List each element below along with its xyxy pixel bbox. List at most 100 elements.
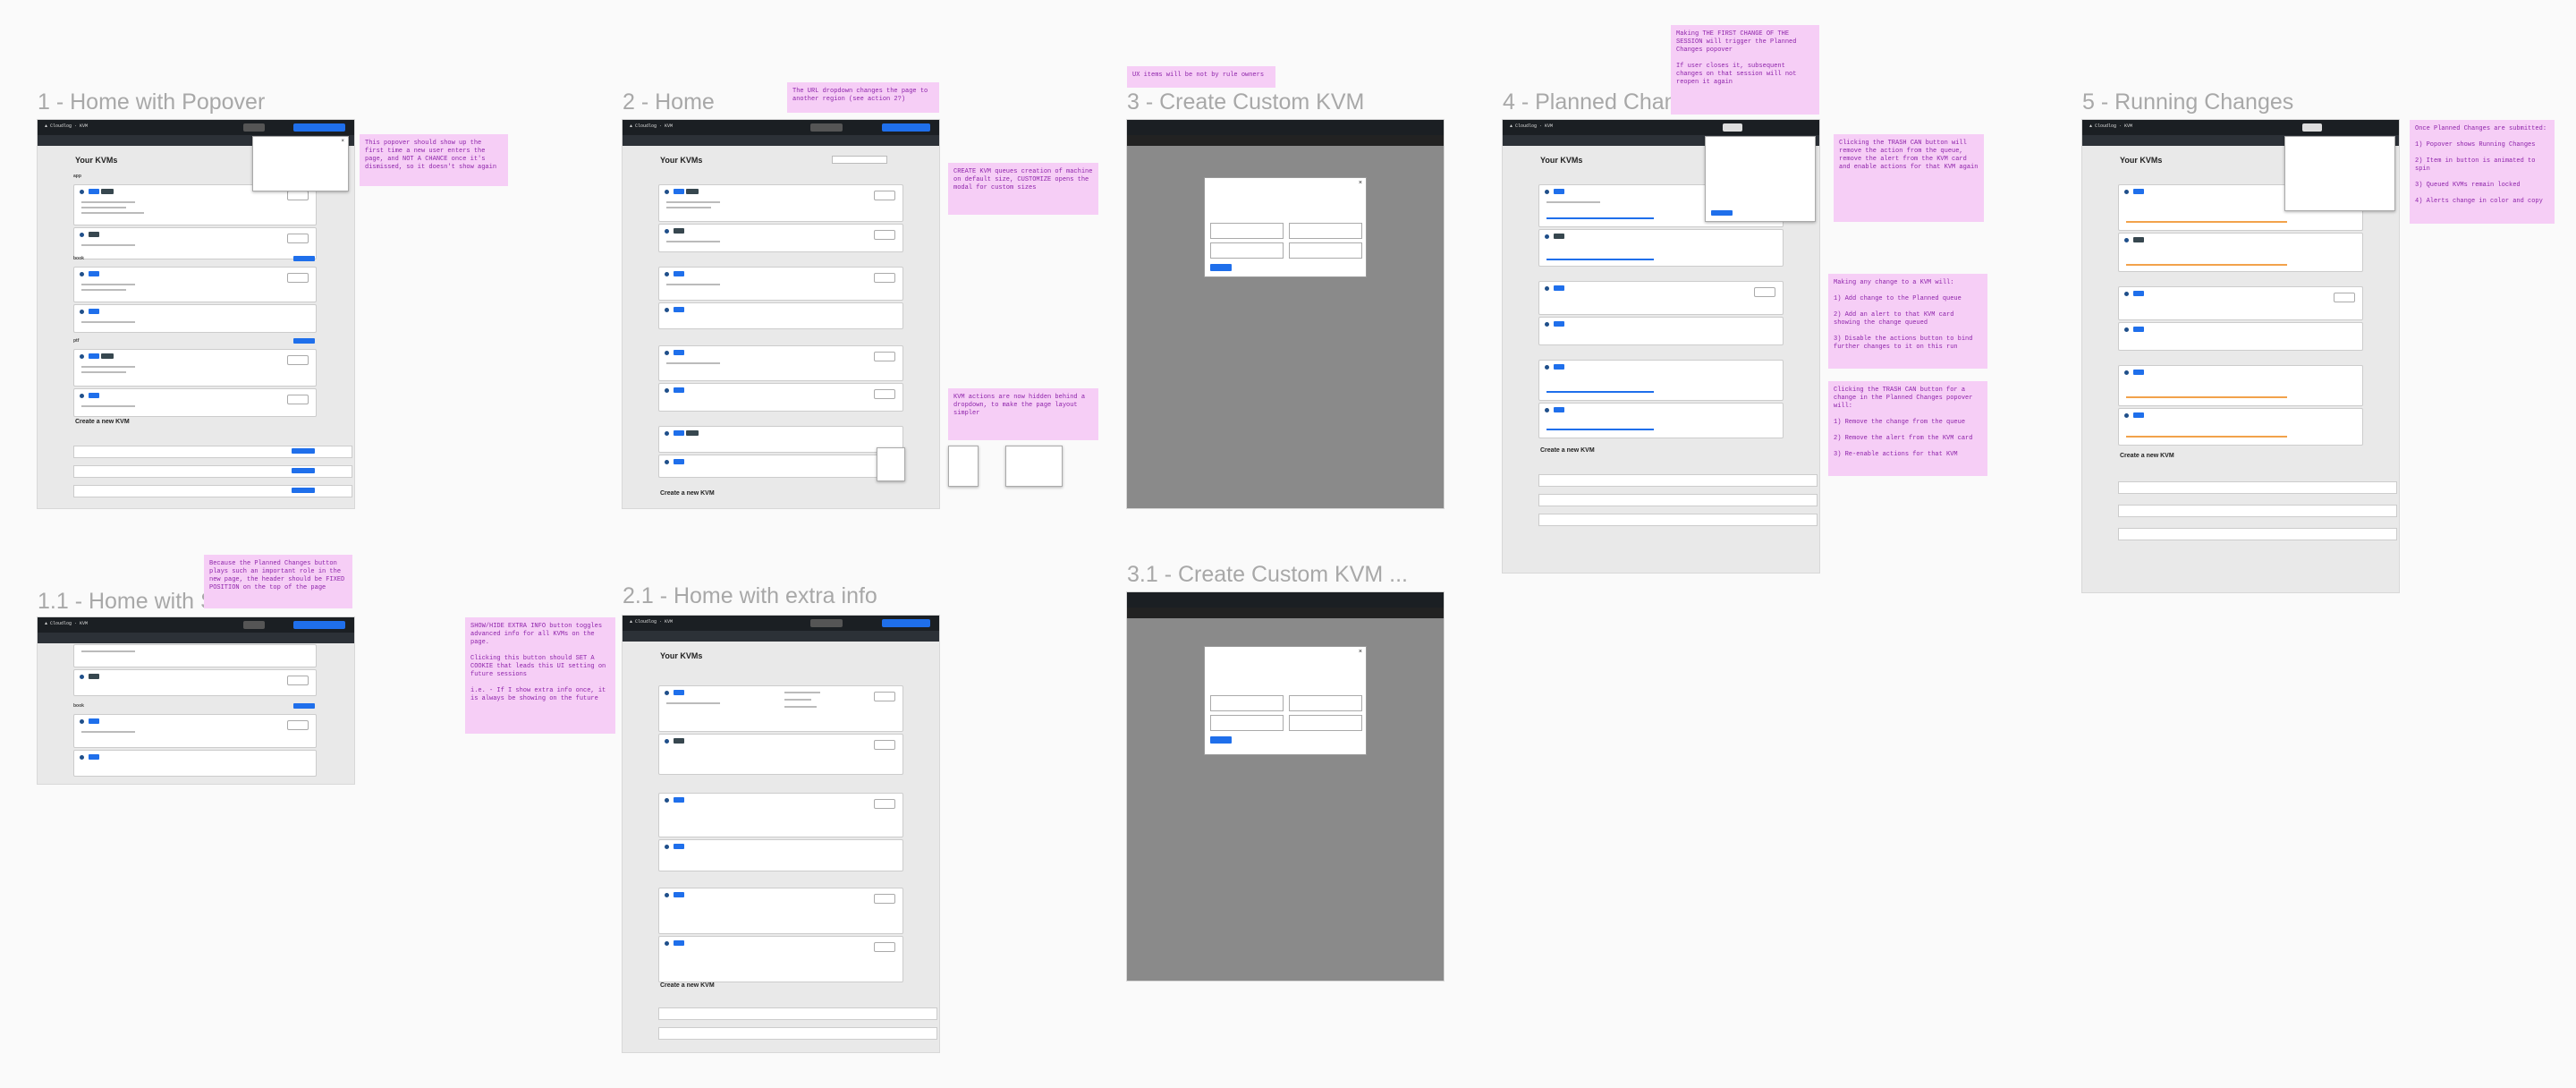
create-heading: Create a new KVM: [1540, 447, 1595, 454]
create-kvm-button[interactable]: [293, 338, 315, 344]
actions-dropdown[interactable]: [874, 692, 895, 701]
actions-button[interactable]: [287, 355, 309, 365]
actions-dropdown[interactable]: [1754, 287, 1775, 297]
size-option[interactable]: [1210, 242, 1284, 259]
search-input[interactable]: [832, 156, 887, 164]
size-option[interactable]: [1289, 242, 1362, 259]
kvm-card: [658, 839, 903, 871]
actions-button[interactable]: [287, 191, 309, 200]
kvm-card: [73, 714, 317, 748]
actions-button[interactable]: [287, 720, 309, 730]
note-any-change: Making any change to a KVM will: 1) Add …: [1828, 274, 1987, 369]
size-option[interactable]: [1289, 695, 1362, 711]
actions-dropdown[interactable]: [874, 273, 895, 283]
submit-changes-button[interactable]: [1711, 210, 1733, 216]
actions-button[interactable]: [287, 676, 309, 685]
create-kvm-button[interactable]: [293, 703, 315, 709]
frame-create-custom-kvm: ×: [1127, 120, 1444, 508]
actions-dropdown[interactable]: [874, 389, 895, 399]
logo: ▲ Cloudlog · KVM: [1510, 123, 1554, 129]
close-icon[interactable]: ×: [1359, 649, 1362, 655]
actions-dropdown[interactable]: [874, 740, 895, 750]
top-nav-bar: ▲ Cloudlog · KVM: [1503, 120, 1819, 135]
section-label: app: [73, 174, 81, 179]
sub-nav: [1127, 135, 1444, 146]
region-dropdown[interactable]: [243, 123, 265, 132]
region-dropdown[interactable]: [243, 621, 265, 629]
size-option[interactable]: [1210, 695, 1284, 711]
create-row: [658, 1007, 937, 1020]
create-button[interactable]: [1210, 736, 1232, 744]
top-nav-bar: ▲ Cloudlog · KVM: [623, 120, 939, 135]
note-url-dropdown: The URL dropdown changes the page to ano…: [787, 82, 939, 113]
custom-kvm-modal: ×: [1204, 177, 1367, 277]
running-changes-popover: [2284, 136, 2395, 211]
actions-dropdown[interactable]: [874, 230, 895, 240]
kvm-card: [658, 793, 903, 837]
actions-menu-variant: [948, 446, 979, 487]
actions-button[interactable]: [287, 395, 309, 404]
actions-menu[interactable]: [877, 447, 905, 481]
size-option[interactable]: [1289, 715, 1362, 731]
note-trash: Clicking the TRASH CAN button will remov…: [1834, 134, 1984, 222]
logo: ▲ Cloudlog · KVM: [45, 621, 89, 626]
kvm-card: [73, 227, 317, 259]
kvm-card: [658, 936, 903, 982]
frame-planned-changes: ▲ Cloudlog · KVM Your KVMs Create a new …: [1503, 120, 1819, 573]
kvm-card: [658, 888, 903, 934]
planned-changes-button[interactable]: [1723, 123, 1742, 132]
create-row: [1538, 474, 1818, 487]
actions-dropdown[interactable]: [874, 799, 895, 809]
kvm-card: [658, 224, 903, 252]
frame-create-custom-kvm-variant: ×: [1127, 592, 1444, 981]
logo: ▲ Cloudlog · KVM: [45, 123, 89, 129]
planned-changes-button[interactable]: [293, 621, 345, 629]
kvm-card: [73, 388, 317, 417]
create-row: [1538, 494, 1818, 506]
planned-changes-button[interactable]: [882, 123, 930, 132]
actions-dropdown[interactable]: [874, 942, 895, 952]
running-changes-button[interactable]: [2302, 123, 2322, 132]
planned-changes-button[interactable]: [293, 123, 345, 132]
actions-dropdown[interactable]: [874, 191, 895, 200]
create-button[interactable]: [292, 468, 315, 473]
section-label: book: [73, 703, 84, 709]
create-button[interactable]: [292, 488, 315, 493]
create-kvm-button[interactable]: [293, 256, 315, 261]
note-first-change: Making THE FIRST CHANGE OF THE SESSION w…: [1671, 25, 1819, 115]
size-option[interactable]: [1210, 715, 1284, 731]
create-row: [2118, 528, 2397, 540]
kvm-card: [1538, 229, 1784, 267]
close-icon[interactable]: ×: [341, 139, 344, 144]
kvm-card: [2118, 365, 2363, 406]
page-title: Your KVMs: [2120, 156, 2163, 165]
planned-changes-popover: [1705, 136, 1816, 222]
region-dropdown[interactable]: [810, 123, 843, 132]
sub-nav: [1127, 608, 1444, 618]
actions-button[interactable]: [287, 234, 309, 243]
kvm-card: [658, 267, 903, 301]
section-label: book: [73, 256, 84, 261]
create-button[interactable]: [1210, 264, 1232, 271]
region-dropdown[interactable]: [810, 619, 843, 627]
kvm-card: [1538, 281, 1784, 315]
actions-dropdown[interactable]: [874, 894, 895, 904]
sub-nav: [38, 633, 354, 643]
size-option[interactable]: [1210, 223, 1284, 239]
close-icon[interactable]: ×: [1359, 180, 1362, 186]
actions-dropdown[interactable]: [874, 352, 895, 361]
create-row: [1538, 514, 1818, 526]
size-option[interactable]: [1289, 223, 1362, 239]
note-modal: UX items will be not by rule owners: [1127, 66, 1275, 88]
logo: ▲ Cloudlog · KVM: [630, 123, 674, 129]
create-row: [2118, 505, 2397, 517]
logo: ▲ Cloudlog · KVM: [2089, 123, 2133, 129]
planned-changes-button[interactable]: [882, 619, 930, 627]
note-show-extra: SHOW/HIDE EXTRA INFO button toggles adva…: [465, 617, 615, 734]
actions-dropdown[interactable]: [2334, 293, 2355, 302]
kvm-card: [73, 669, 317, 696]
create-button[interactable]: [292, 448, 315, 454]
custom-kvm-modal: ×: [1204, 646, 1367, 755]
actions-button[interactable]: [287, 273, 309, 283]
create-heading: Create a new KVM: [660, 490, 715, 497]
